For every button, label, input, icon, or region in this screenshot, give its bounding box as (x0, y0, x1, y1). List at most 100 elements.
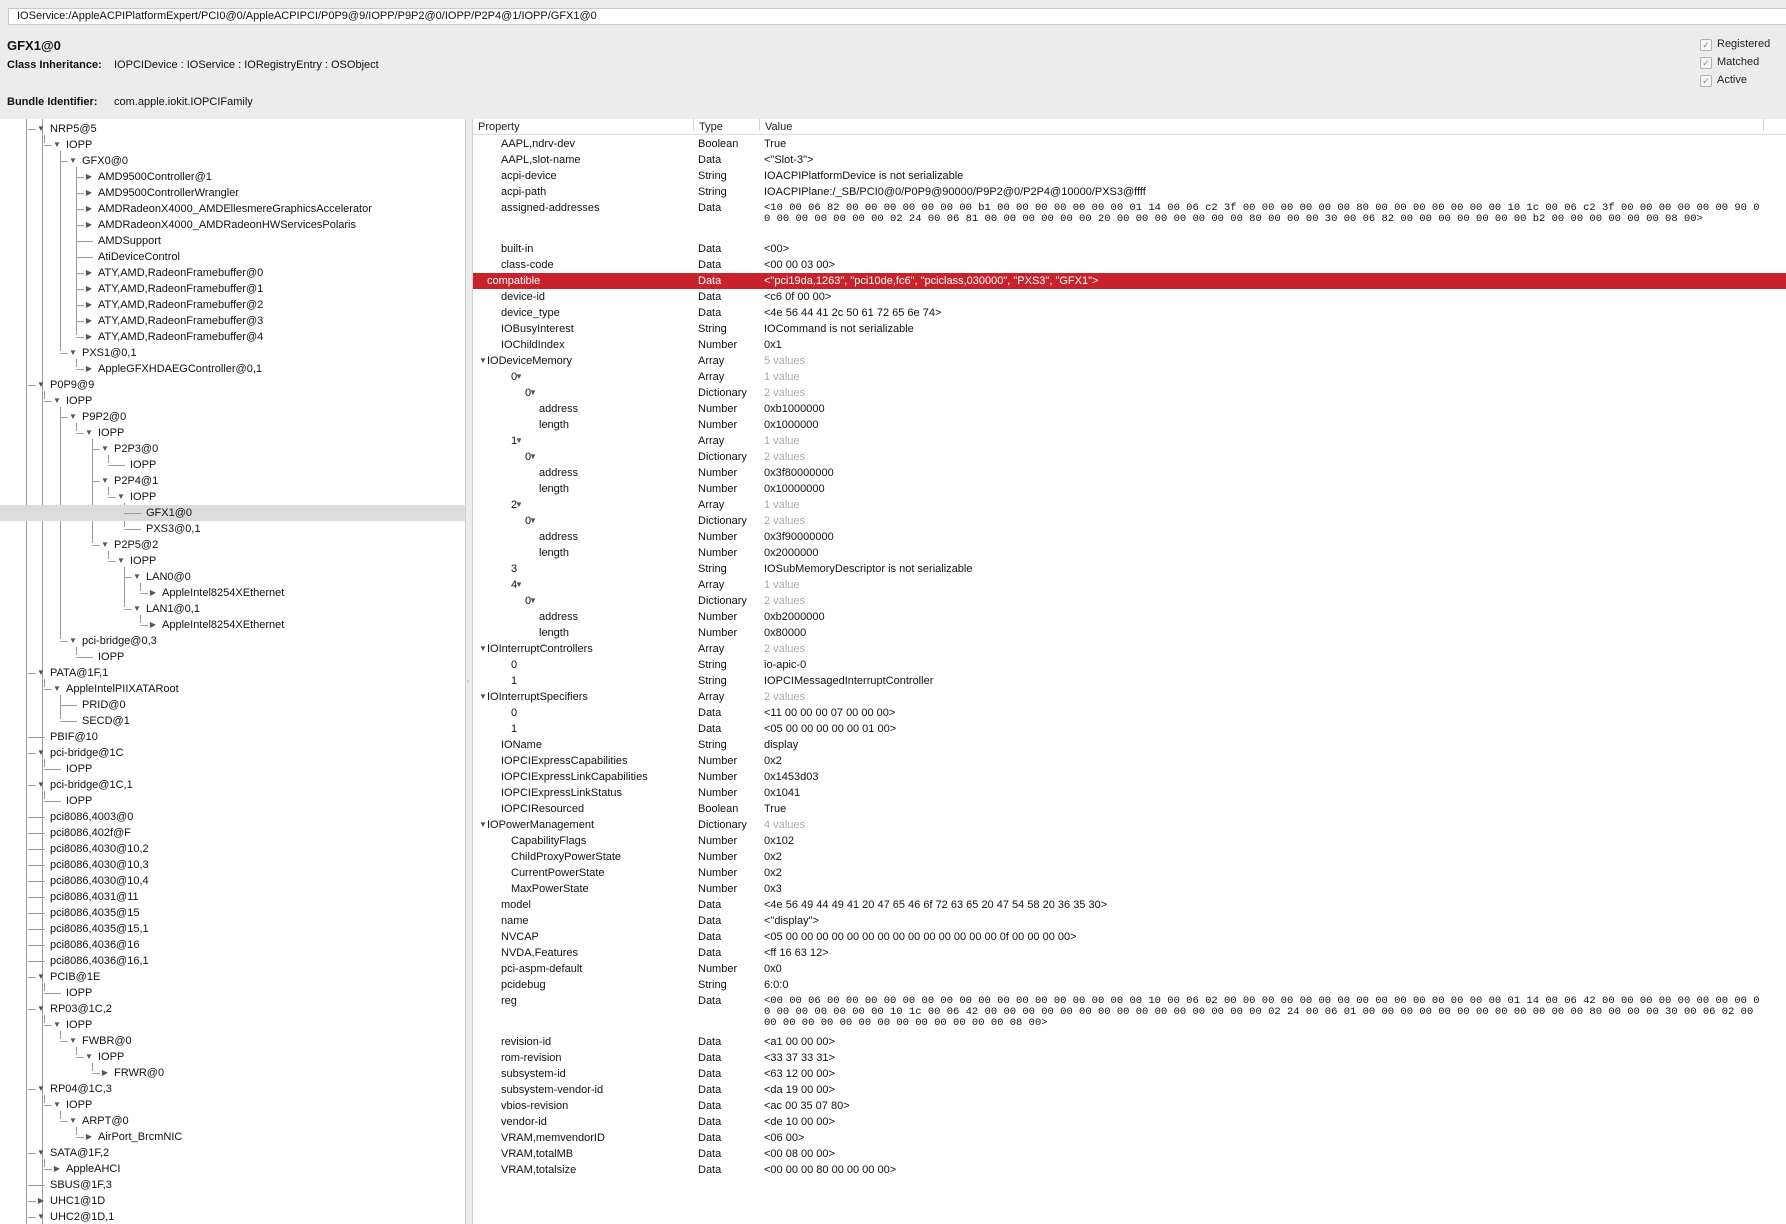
disclosure-open-icon[interactable]: ▼ (36, 777, 46, 793)
disclosure-open-icon[interactable]: ▼ (36, 665, 46, 681)
property-row[interactable]: IOPCIExpressLinkStatus Number 0x1041 (473, 785, 1786, 801)
tree-node[interactable]: pci8086,4030@10,2 (0, 841, 465, 857)
property-row[interactable]: ▼ IOInterruptControllers Array 2 values (473, 641, 1786, 657)
tree-node[interactable]: pci8086,4035@15,1 (0, 921, 465, 937)
tree-node[interactable]: pci8086,4035@15 (0, 905, 465, 921)
disclosure-closed-icon[interactable]: ▶ (84, 265, 94, 281)
tree-node[interactable]: SECD@1 (0, 713, 465, 729)
property-row[interactable]: CapabilityFlags Number 0x102 (473, 833, 1786, 849)
split-view-divider[interactable] (465, 119, 473, 1224)
disclosure-closed-icon[interactable]: ▶ (84, 217, 94, 233)
tree-node[interactable]: ▶ ATY,AMD,RadeonFramebuffer@4 (0, 329, 465, 345)
tree-node[interactable]: ▼ UHC2@1D,1 (0, 1209, 465, 1224)
tree-node[interactable]: ▼ RP04@1C,3 (0, 1081, 465, 1097)
property-row[interactable]: reg Data <00 00 06 00 00 00 00 00 00 00 00… (473, 993, 1786, 1034)
tree-node[interactable]: ▼ P2P3@0 (0, 441, 465, 457)
property-row[interactable]: AAPL,ndrv-dev Boolean True (473, 136, 1786, 152)
disclosure-closed-icon[interactable]: ▶ (84, 1129, 94, 1145)
tree-node[interactable]: ▶ ATY,AMD,RadeonFramebuffer@3 (0, 313, 465, 329)
property-row[interactable]: ▼ 2 Array 1 value (473, 497, 1786, 513)
path-field[interactable]: IOService:/AppleACPIPlatformExpert/PCI0@… (8, 8, 1786, 25)
registry-tree[interactable]: ▼ NRP5@5 ▼ IOPP ▼ GFX0@0 ▶ AMD9500Controller@1 ▶… (0, 119, 465, 1224)
disclosure-closed-icon[interactable]: ▶ (84, 297, 94, 313)
disclosure-open-icon[interactable]: ▼ (52, 137, 62, 153)
disclosure-open-icon[interactable]: ▼ (36, 1081, 46, 1097)
disclosure-open-icon[interactable]: ▼ (68, 409, 78, 425)
tree-node[interactable]: ▼ IOPP (0, 1049, 465, 1065)
tree-node[interactable]: ▶ AMDRadeonX4000_AMDEllesmereGraphicsAcce… (0, 201, 465, 217)
tree-node[interactable]: IOPP (0, 761, 465, 777)
tree-node[interactable]: ▶ AMD9500ControllerWrangler (0, 185, 465, 201)
property-row[interactable]: class-code Data <00 00 03 00> (473, 257, 1786, 273)
disclosure-open-icon[interactable]: ▼ (36, 969, 46, 985)
tree-node[interactable]: ▼ LAN0@0 (0, 569, 465, 585)
tree-node[interactable]: ▼ IOPP (0, 1017, 465, 1033)
property-row[interactable]: ▼ IOPowerManagement Dictionary 4 values (473, 817, 1786, 833)
property-table[interactable]: Property Type Value AAPL,ndrv-dev Boolean… (473, 119, 1786, 1224)
registered-checkbox[interactable]: ✓ Registered (1700, 38, 1770, 51)
property-row[interactable]: length Number 0x2000000 (473, 545, 1786, 561)
tree-node[interactable]: pci8086,4031@11 (0, 889, 465, 905)
disclosure-open-icon[interactable]: ▼ (100, 473, 110, 489)
disclosure-open-icon[interactable]: ▼ (100, 441, 110, 457)
tree-node[interactable]: PRID@0 (0, 697, 465, 713)
tree-node[interactable]: ▼ PXS1@0,1 (0, 345, 465, 361)
property-row[interactable]: revision-id Data <a1 00 00 00> (473, 1034, 1786, 1050)
disclosure-closed-icon[interactable]: ▶ (84, 361, 94, 377)
disclosure-open-icon[interactable]: ▼ (132, 569, 142, 585)
tree-node[interactable]: IOPP (0, 985, 465, 1001)
property-row[interactable]: pcidebug String 6:0:0 (473, 977, 1786, 993)
property-row[interactable]: length Number 0x80000 (473, 625, 1786, 641)
column-header-property[interactable]: Property (478, 119, 520, 135)
tree-node[interactable]: ▼ LAN1@0,1 (0, 601, 465, 617)
disclosure-open-icon[interactable]: ▼ (68, 1113, 78, 1129)
disclosure-closed-icon[interactable]: ▶ (84, 201, 94, 217)
disclosure-closed-icon[interactable]: ▶ (84, 329, 94, 345)
property-row[interactable]: acpi-device String IOACPIPlatformDevice is… (473, 168, 1786, 184)
tree-node[interactable]: ▶ ATY,AMD,RadeonFramebuffer@2 (0, 297, 465, 313)
tree-node[interactable]: ▶ AppleGFXHDAEGController@0,1 (0, 361, 465, 377)
disclosure-open-icon[interactable]: ▼ (36, 1001, 46, 1017)
tree-node[interactable]: ▶ UHC1@1D (0, 1193, 465, 1209)
tree-node[interactable]: ▼ P0P9@9 (0, 377, 465, 393)
tree-node[interactable]: ▼ PATA@1F,1 (0, 665, 465, 681)
tree-node[interactable]: ▶ ATY,AMD,RadeonFramebuffer@1 (0, 281, 465, 297)
property-row[interactable]: IOChildIndex Number 0x1 (473, 337, 1786, 353)
disclosure-closed-icon[interactable]: ▶ (84, 185, 94, 201)
tree-node[interactable]: PXS3@0,1 (0, 521, 465, 537)
property-row[interactable]: device-id Data <c6 0f 00 00> (473, 289, 1786, 305)
property-row[interactable]: built-in Data <00> (473, 241, 1786, 257)
property-row[interactable]: ▼ IODeviceMemory Array 5 values (473, 353, 1786, 369)
tree-node[interactable]: PBIF@10 (0, 729, 465, 745)
tree-node[interactable]: pci8086,4036@16,1 (0, 953, 465, 969)
disclosure-closed-icon[interactable]: ▶ (100, 1065, 110, 1081)
property-row[interactable]: VRAM,memvendorID Data <06 00> (473, 1130, 1786, 1146)
tree-node[interactable]: AMDSupport (0, 233, 465, 249)
tree-node[interactable]: IOPP (0, 457, 465, 473)
property-row[interactable]: compatible Data <"pci19da,1263", "pci10de,… (473, 273, 1786, 289)
property-row[interactable]: model Data <4e 56 49 44 49 41 20 47 65 46 … (473, 897, 1786, 913)
tree-node[interactable]: ▼ pci-bridge@1C (0, 745, 465, 761)
disclosure-open-icon[interactable]: ▼ (52, 681, 62, 697)
tree-node[interactable]: ▼ SATA@1F,2 (0, 1145, 465, 1161)
property-row[interactable]: length Number 0x10000000 (473, 481, 1786, 497)
property-row[interactable]: AAPL,slot-name Data <"Slot-3"> (473, 152, 1786, 168)
property-row[interactable]: 1 String IOPCIMessagedInterruptController (473, 673, 1786, 689)
tree-node[interactable]: ▼ pci-bridge@0,3 (0, 633, 465, 649)
property-row[interactable]: ▼ 0 Dictionary 2 values (473, 449, 1786, 465)
tree-node[interactable]: ▼ P2P4@1 (0, 473, 465, 489)
property-row[interactable]: address Number 0xb2000000 (473, 609, 1786, 625)
tree-node[interactable]: ▶ AppleAHCI (0, 1161, 465, 1177)
disclosure-closed-icon[interactable]: ▶ (84, 313, 94, 329)
disclosure-open-icon[interactable]: ▼ (52, 393, 62, 409)
tree-node[interactable]: IOPP (0, 793, 465, 809)
disclosure-open-icon[interactable]: ▼ (132, 601, 142, 617)
disclosure-open-icon[interactable]: ▼ (479, 353, 487, 369)
tree-node[interactable]: GFX1@0 (0, 505, 465, 521)
disclosure-closed-icon[interactable]: ▶ (148, 617, 158, 633)
tree-node[interactable]: pci8086,4003@0 (0, 809, 465, 825)
property-row[interactable]: address Number 0xb1000000 (473, 401, 1786, 417)
property-row[interactable]: assigned-addresses Data <10 00 06 82 00 00… (473, 200, 1786, 241)
disclosure-open-icon[interactable]: ▼ (84, 425, 94, 441)
tree-node[interactable]: ▼ PCIB@1E (0, 969, 465, 985)
